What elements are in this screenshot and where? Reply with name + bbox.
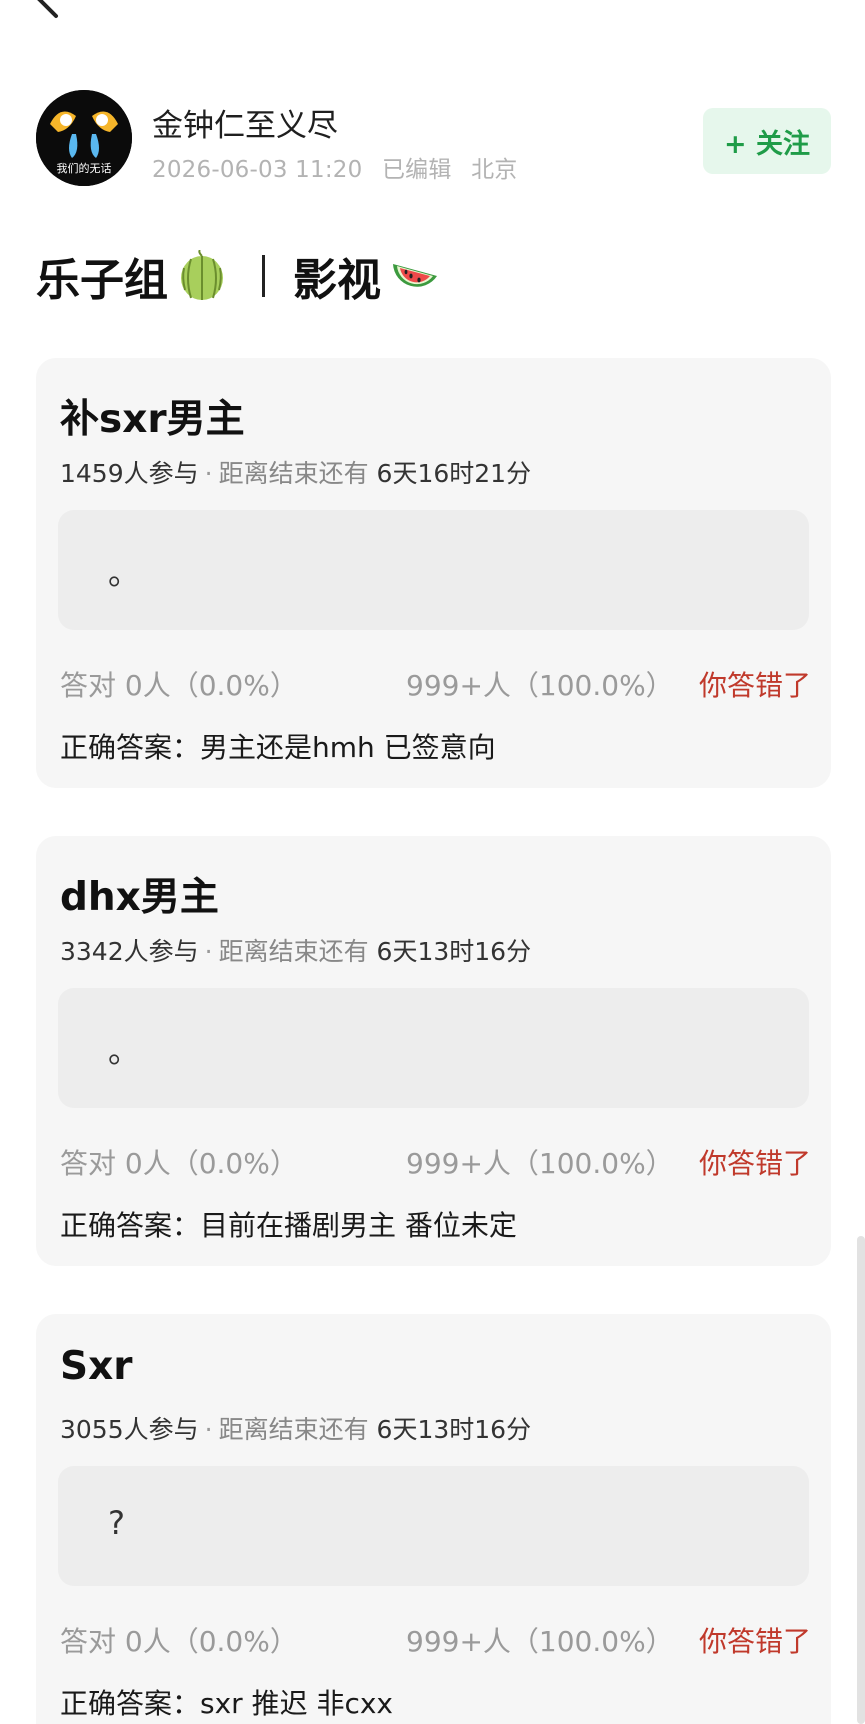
deadline-label: 距离结束还有 — [218, 459, 369, 488]
post-location: 北京 — [471, 157, 518, 183]
melon-icon — [181, 250, 223, 300]
channel-title: 乐子组 影视 — [36, 244, 441, 308]
correct-answer: 正确答案：目前在播剧男主 番位未定 — [60, 1209, 517, 1242]
user-answer: 。 — [108, 1032, 141, 1070]
quiz-card: 补sxr男主 1459人参与 · 距离结束还有 6天16时21分 。 答对 0人（0… — [36, 358, 831, 788]
page: 我们的无话 金钟仁至义尽 2026-06-03 11:20 已编辑 北京 + 关… — [0, 0, 865, 1724]
deadline-time: 6天16时21分 — [376, 459, 532, 488]
deadline-label: 距离结束还有 — [218, 1415, 369, 1444]
quiz-card: Sxr 3055人参与 · 距离结束还有 6天13时16分 ? 答对 0人（0.0%… — [36, 1314, 831, 1724]
author-name[interactable]: 金钟仁至义尽 — [152, 100, 338, 145]
user-answer: 。 — [108, 554, 141, 592]
svg-text:我们的无话: 我们的无话 — [57, 161, 112, 175]
scrollbar[interactable] — [857, 1236, 865, 1724]
answer-box[interactable]: 。 — [58, 510, 809, 630]
correct-stat: 答对 0人（0.0%） — [60, 1147, 298, 1180]
user-answer: ? — [108, 1504, 125, 1542]
avatar[interactable]: 我们的无话 — [36, 90, 132, 186]
quiz-title: Sxr — [60, 1344, 133, 1389]
stats-row: 答对 0人（0.0%） 999+人（100.0%） 你答错了 — [60, 1620, 811, 1660]
wrong-label: 你答错了 — [698, 1147, 811, 1180]
deadline-time: 6天13时16分 — [376, 1415, 532, 1444]
wrong-label: 你答错了 — [698, 1625, 811, 1658]
participants-count: 1459人参与 — [60, 459, 199, 488]
more-menu-icon[interactable] — [759, 0, 839, 10]
post-meta: 2026-06-03 11:20 已编辑 北京 — [152, 150, 530, 184]
quiz-meta: 3342人参与 · 距离结束还有 6天13时16分 — [60, 937, 532, 966]
follow-button[interactable]: + 关注 — [703, 108, 831, 174]
quiz-meta: 3055人参与 · 距离结束还有 6天13时16分 — [60, 1415, 532, 1444]
correct-stat: 答对 0人（0.0%） — [60, 669, 298, 702]
avatar-image: 我们的无话 — [36, 90, 132, 186]
post-header: 我们的无话 金钟仁至义尽 2026-06-03 11:20 已编辑 北京 + 关… — [36, 90, 831, 190]
quiz-card: dhx男主 3342人参与 · 距离结束还有 6天13时16分 。 答对 0人（0.… — [36, 836, 831, 1266]
answer-box[interactable]: 。 — [58, 988, 809, 1108]
channel-left: 乐子组 — [36, 255, 168, 306]
title-divider — [262, 255, 265, 297]
post-date: 2026-06-03 11:20 — [152, 157, 363, 183]
edited-label: 已编辑 — [381, 157, 452, 183]
correct-answer: 正确答案：sxr 推迟 非cxx — [60, 1687, 394, 1720]
stats-row: 答对 0人（0.0%） 999+人（100.0%） 你答错了 — [60, 664, 811, 704]
wrong-stat: 999+人（100.0%） — [406, 669, 674, 702]
quiz-meta: 1459人参与 · 距离结束还有 6天16时21分 — [60, 459, 532, 488]
wrong-label: 你答错了 — [698, 669, 811, 702]
participants-count: 3342人参与 — [60, 937, 199, 966]
deadline-time: 6天13时16分 — [376, 937, 532, 966]
wrong-stat: 999+人（100.0%） — [406, 1625, 674, 1658]
channel-right: 影视 — [293, 255, 381, 306]
correct-answer: 正确答案：男主还是hmh 已签意向 — [60, 731, 496, 764]
answer-box[interactable]: ? — [58, 1466, 809, 1586]
quiz-title: dhx男主 — [60, 875, 219, 920]
participants-count: 3055人参与 — [60, 1415, 199, 1444]
deadline-label: 距离结束还有 — [218, 937, 369, 966]
watermelon-icon — [393, 264, 437, 287]
stats-row: 答对 0人（0.0%） 999+人（100.0%） 你答错了 — [60, 1142, 811, 1182]
back-arrow-icon[interactable] — [28, 0, 68, 30]
correct-stat: 答对 0人（0.0%） — [60, 1625, 298, 1658]
wrong-stat: 999+人（100.0%） — [406, 1147, 674, 1180]
quiz-title: 补sxr男主 — [60, 397, 245, 442]
